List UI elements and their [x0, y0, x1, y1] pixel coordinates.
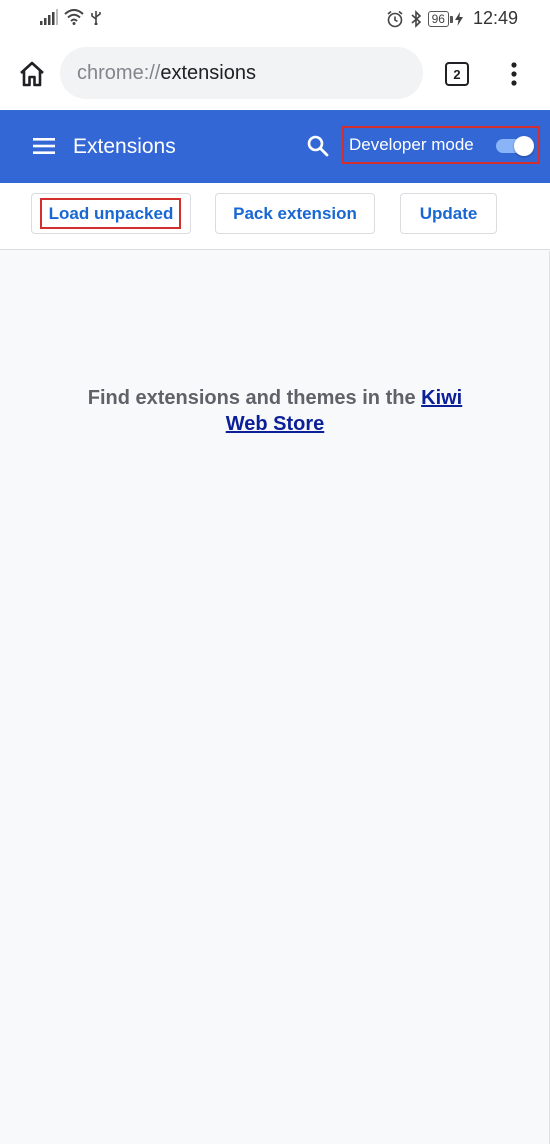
developer-mode-label: Developer mode	[349, 135, 474, 154]
page-title: Extensions	[73, 135, 176, 158]
hamburger-menu-icon[interactable]	[32, 134, 56, 158]
developer-actions: Load unpacked Pack extension Update	[0, 183, 550, 250]
pack-extension-button[interactable]: Pack extension	[215, 193, 375, 234]
status-left	[40, 9, 102, 25]
clock: 12:49	[472, 8, 518, 28]
browser-toolbar: chrome://extensions 2	[0, 38, 550, 110]
tab-count: 2	[453, 66, 461, 82]
pack-extension-label: Pack extension	[233, 203, 357, 223]
url-host: extensions	[160, 61, 256, 84]
alarm-icon	[387, 10, 403, 27]
update-label: Update	[419, 203, 478, 223]
empty-state-message: Find extensions and themes in the Kiwi W…	[75, 385, 475, 437]
overflow-menu-button[interactable]	[500, 58, 528, 90]
signal-icon	[40, 9, 58, 25]
update-button[interactable]: Update	[400, 193, 497, 234]
developer-mode-highlight: Developer mode	[342, 126, 540, 164]
wifi-icon	[64, 9, 84, 25]
status-bar: 96 12:49	[0, 0, 550, 38]
developer-mode-toggle[interactable]	[494, 136, 536, 156]
battery-icon: 96	[427, 10, 454, 27]
load-unpacked-highlight	[40, 198, 181, 229]
home-button[interactable]	[14, 56, 50, 92]
extensions-list-area: Find extensions and themes in the Kiwi W…	[0, 251, 550, 1144]
search-icon[interactable]	[306, 134, 330, 158]
url-scheme: chrome://	[77, 61, 161, 84]
tab-switcher-button[interactable]: 2	[445, 62, 469, 86]
home-icon	[20, 61, 44, 87]
usb-icon	[91, 11, 101, 25]
status-right: 96 12:49	[386, 8, 518, 29]
bluetooth-icon	[411, 9, 421, 28]
empty-state-text: Find extensions and themes in the	[87, 387, 422, 409]
toggle-thumb	[514, 136, 534, 156]
load-unpacked-button[interactable]: Load unpacked	[31, 193, 191, 234]
extensions-header: Extensions Developer mode	[0, 110, 550, 183]
charging-icon	[454, 11, 463, 26]
more-vert-icon	[511, 62, 517, 86]
url-bar[interactable]: chrome://extensions	[60, 47, 423, 99]
